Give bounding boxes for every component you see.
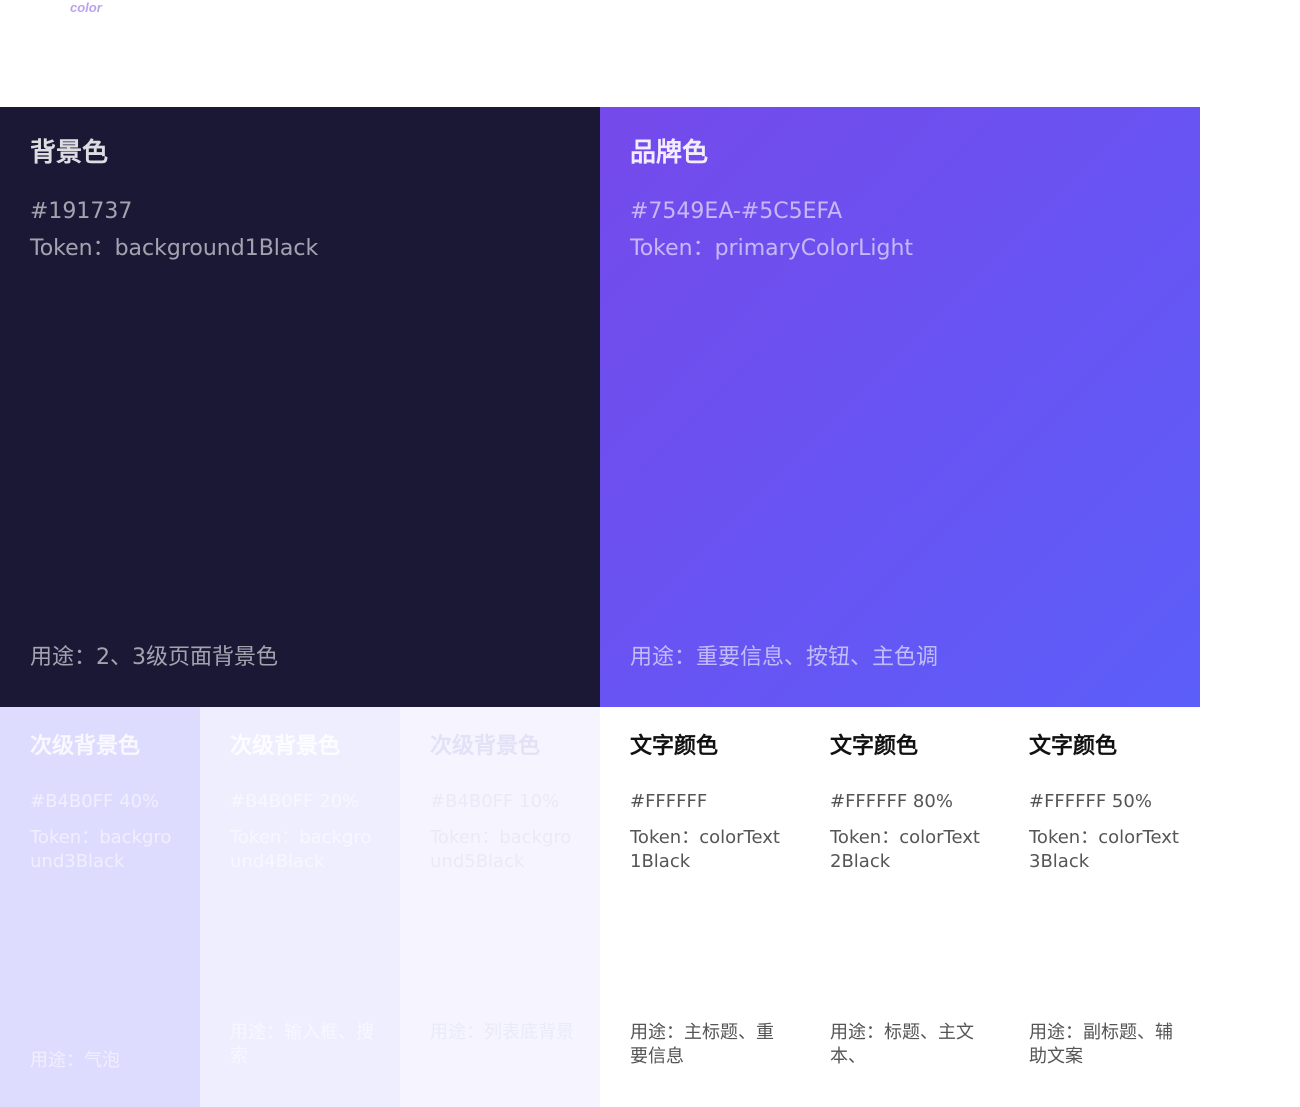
swatch-token: Token：colorText1Black [630, 827, 780, 872]
swatch-title: 次级背景色 [30, 734, 141, 759]
swatch-usage: 用途：气泡 [30, 1050, 120, 1071]
swatch-token: Token：background5Black [430, 827, 572, 872]
swatch-token: Token：background1Black [30, 236, 319, 261]
swatch-hex: #B4B0FF 20% [230, 791, 360, 812]
swatch-title: 文字颜色 [830, 734, 919, 759]
swatch-text-tertiary: 文字颜色 #FFFFFF 50% Token：colorText3Black 用… [999, 707, 1199, 1107]
swatch-usage: 用途：列表底背景 [430, 1022, 574, 1043]
swatch-title: 次级背景色 [430, 734, 541, 759]
swatch-secondary-20: 次级背景色 #B4B0FF 20% Token：background4Black… [200, 707, 400, 1107]
swatch-usage: 用途：输入框、搜索 [230, 1022, 374, 1067]
swatch-title: 背景色 [30, 138, 109, 168]
swatch-title: 文字颜色 [1029, 734, 1118, 759]
swatch-hex: #FFFFFF 50% [1029, 791, 1152, 812]
swatch-usage: 用途：重要信息、按钮、主色调 [630, 645, 939, 670]
swatch-hex: #191737 [30, 199, 133, 224]
swatch-hex: #7549EA-#5C5EFA [630, 199, 843, 224]
swatch-usage: 用途：2、3级页面背景色 [30, 645, 278, 670]
swatch-secondary-40: 次级背景色 #B4B0FF 40% Token：background3Black… [0, 707, 200, 1107]
swatch-title: 品牌色 [630, 138, 709, 168]
swatch-background: 背景色 #191737 Token：background1Black 用途：2、… [0, 107, 600, 707]
swatch-token: Token：primaryColorLight [630, 236, 914, 261]
swatch-text-secondary: 文字颜色 #FFFFFF 80% Token：colorText2Black 用… [800, 707, 1000, 1107]
swatch-secondary-10: 次级背景色 #B4B0FF 10% Token：background5Black… [400, 707, 600, 1107]
swatch-usage: 用途：副标题、辅助文案 [1029, 1022, 1173, 1067]
logo-text: color [70, 0, 102, 15]
color-spec-page: color 背景色 #191737 Token：background1Black… [0, 0, 1300, 1107]
swatch-usage: 用途：标题、主文本、 [830, 1022, 974, 1067]
swatch-token: Token：colorText3Black [1029, 827, 1179, 872]
swatch-token: Token：background3Black [30, 827, 172, 872]
swatch-brand: 品牌色 #7549EA-#5C5EFA Token：primaryColorLi… [600, 107, 1200, 707]
swatch-usage: 用途：主标题、重要信息 [630, 1022, 774, 1067]
swatch-token: Token：background4Black [230, 827, 372, 872]
swatch-text-primary: 文字颜色 #FFFFFF Token：colorText1Black 用途：主标… [600, 707, 800, 1107]
swatch-title: 次级背景色 [230, 734, 341, 759]
swatch-token: Token：colorText2Black [830, 827, 980, 872]
swatch-hex: #B4B0FF 10% [430, 791, 560, 812]
swatch-hex: #FFFFFF [630, 791, 708, 812]
swatch-title: 文字颜色 [630, 734, 719, 759]
swatch-hex: #FFFFFF 80% [830, 791, 953, 812]
swatch-hex: #B4B0FF 40% [30, 791, 160, 812]
